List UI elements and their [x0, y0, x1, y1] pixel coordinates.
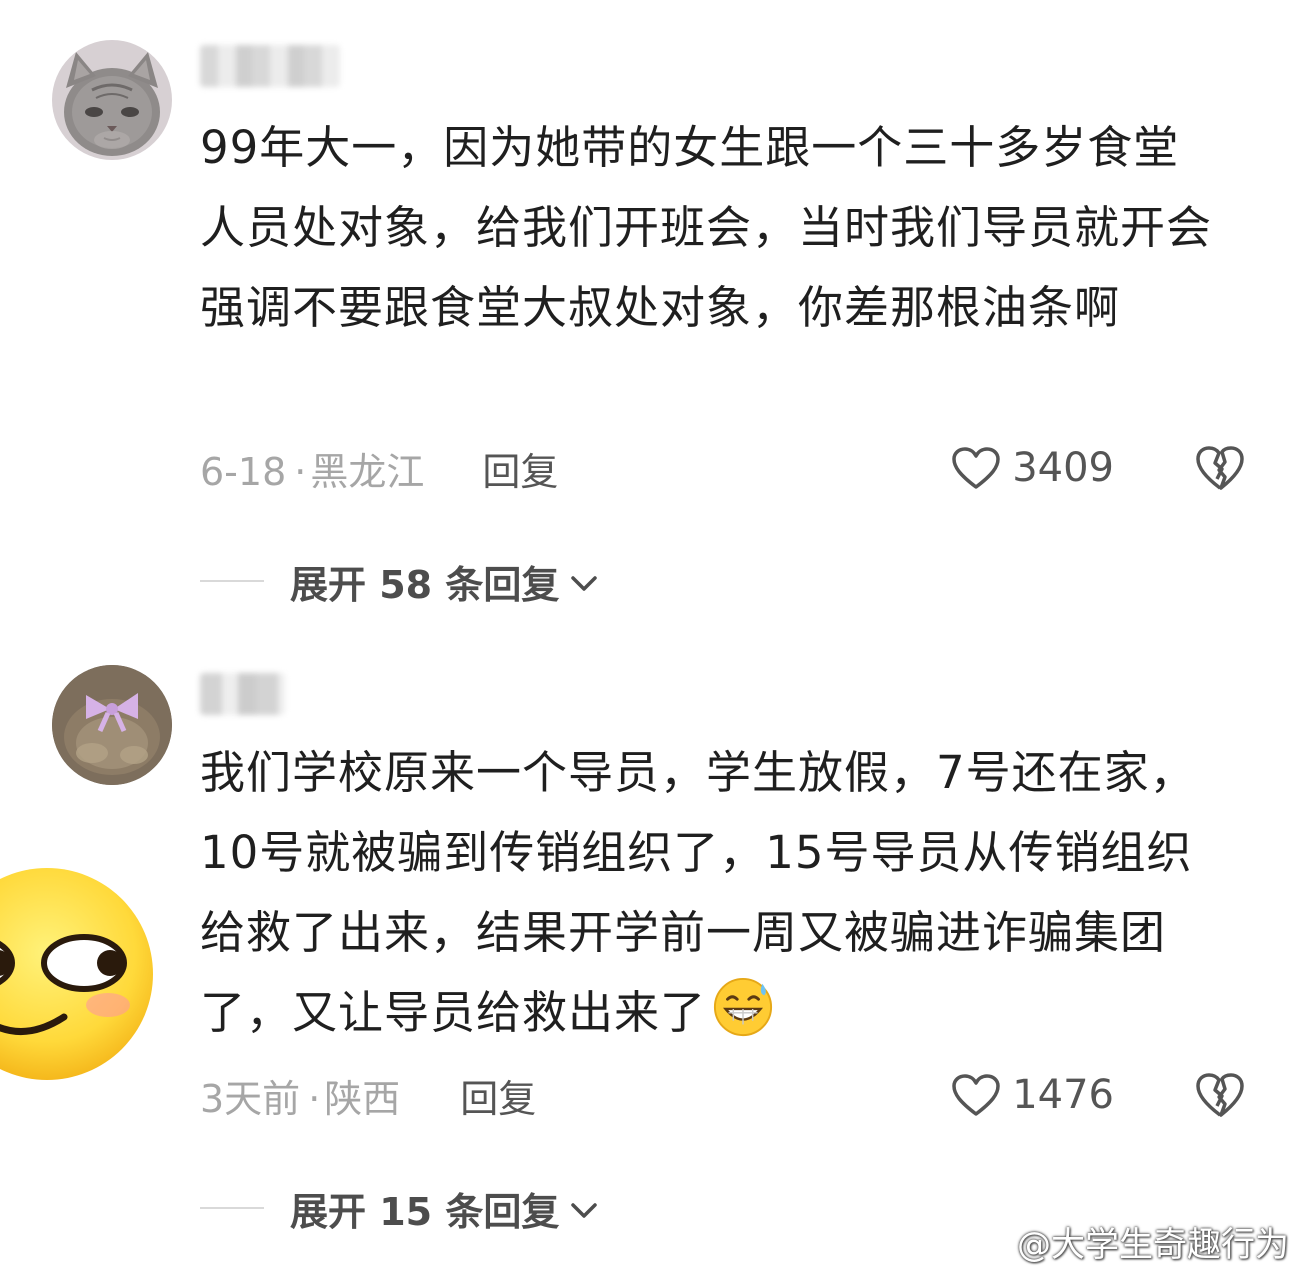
divider: [200, 1207, 264, 1209]
heart-icon: [952, 447, 1000, 489]
comment-location: 黑龙江: [310, 449, 425, 494]
comment-date: 6-18: [200, 449, 287, 494]
smirk-face-sticker: [0, 868, 153, 1080]
reply-button[interactable]: 回复: [460, 1068, 536, 1123]
watermark: @大学生奇趣行为: [967, 1217, 1289, 1266]
like-button[interactable]: 1476: [950, 1072, 1114, 1118]
chevron-down-icon: [571, 576, 598, 591]
comment-text: 我们学校原来一个导员，学生放假，7号还在家，10号就被骗到传销组织了，15号导员…: [200, 733, 1220, 1053]
comment-date-location: 6-18 · 黑龙江: [200, 441, 424, 496]
heart-icon: [952, 1074, 1000, 1116]
watermark-text: @大学生奇趣行为: [1017, 1225, 1289, 1265]
bow-avatar: [52, 665, 172, 785]
weibo-icon: [968, 1227, 1011, 1259]
comment-date: 3天前: [200, 1076, 301, 1121]
comment-location: 陕西: [324, 1076, 401, 1121]
reply-button[interactable]: 回复: [482, 441, 558, 496]
chevron-down-icon: [571, 1203, 598, 1218]
comment-item: 99年大一，因为她带的女生跟一个三十多岁食堂人员处对象，给我们开班会，当时我们导…: [0, 0, 1301, 620]
gray-cat-avatar: [52, 40, 172, 160]
broken-heart-icon[interactable]: [1194, 1071, 1246, 1119]
grinning-sweat-emoji: [713, 977, 773, 1037]
expand-replies[interactable]: 展开 15 条回复: [200, 1180, 601, 1236]
username[interactable]: [200, 673, 285, 715]
avatar[interactable]: [52, 665, 172, 785]
like-count: 1476: [1012, 1072, 1114, 1118]
comment-item: 我们学校原来一个导员，学生放假，7号还在家，10号就被骗到传销组织了，15号导员…: [0, 640, 1301, 1280]
broken-heart-icon[interactable]: [1194, 444, 1246, 492]
meta-separator: ·: [308, 1076, 321, 1121]
comment-text-content: 我们学校原来一个导员，学生放假，7号还在家，10号就被骗到传销组织了，15号导员…: [200, 746, 1196, 1039]
comment-meta: 3天前 · 陕西 回复 1476: [200, 1065, 1246, 1125]
expand-replies[interactable]: 展开 58 条回复: [200, 553, 601, 609]
username[interactable]: [200, 45, 340, 87]
divider: [200, 580, 264, 582]
comment-meta: 6-18 · 黑龙江 回复 3409: [200, 438, 1246, 498]
expand-replies-label: 展开 58 条回复: [290, 562, 560, 607]
like-button[interactable]: 3409: [950, 445, 1114, 491]
avatar[interactable]: [52, 40, 172, 160]
expand-replies-label: 展开 15 条回复: [290, 1189, 560, 1234]
like-count: 3409: [1012, 445, 1114, 491]
meta-separator: ·: [294, 449, 307, 494]
comment-text: 99年大一，因为她带的女生跟一个三十多岁食堂人员处对象，给我们开班会，当时我们导…: [200, 121, 1213, 334]
comment-date-location: 3天前 · 陕西: [200, 1068, 400, 1123]
